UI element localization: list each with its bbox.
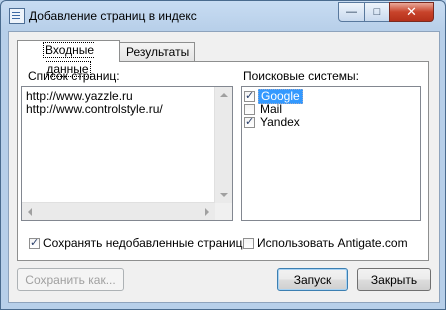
checkbox-mail[interactable] [244, 104, 255, 115]
use-antigate-option[interactable]: Использовать Antigate.com [243, 236, 408, 250]
checkbox-yandex[interactable] [244, 115, 255, 128]
dialog-window: Добавление страниц в индекс — □ ✕ Входны… [0, 0, 446, 310]
window-title: Добавление страниц в индекс [29, 9, 197, 23]
pages-textarea[interactable]: http://www.yazzle.ru http://www.controls… [21, 86, 233, 221]
app-icon [9, 8, 25, 24]
checkbox-google[interactable] [244, 89, 255, 102]
tab-results-label: Результаты [126, 45, 190, 59]
keep-unadded-checkbox[interactable] [29, 236, 40, 249]
engine-label: Yandex [260, 115, 300, 129]
close-button[interactable]: Закрыть [357, 268, 431, 291]
scroll-right-icon[interactable] [205, 208, 209, 216]
save-as-button[interactable]: Сохранить как... [17, 268, 124, 291]
close-window-button[interactable]: ✕ [389, 2, 434, 22]
minimize-button[interactable]: — [338, 2, 365, 22]
page-line: http://www.controlstyle.ru/ [26, 102, 163, 116]
run-button[interactable]: Запуск [277, 268, 348, 291]
use-antigate-checkbox[interactable] [243, 237, 254, 249]
tab-input-data-label: Входные данные [42, 42, 95, 77]
search-engines-list[interactable]: Google Mail Yandex [241, 86, 421, 221]
keep-unadded-label: Сохранять недобавленные страницы [43, 236, 252, 250]
horizontal-scrollbar[interactable] [22, 202, 215, 220]
scroll-down-icon[interactable] [220, 193, 228, 197]
title-bar[interactable]: Добавление страниц в индекс — □ ✕ [1, 1, 445, 31]
engine-item-yandex[interactable]: Yandex [244, 115, 302, 129]
search-engines-label: Поисковые системы: [243, 69, 360, 83]
use-antigate-label: Использовать Antigate.com [257, 236, 408, 250]
keep-unadded-option[interactable]: Сохранять недобавленные страницы [29, 236, 251, 250]
scroll-up-icon[interactable] [220, 93, 228, 97]
tab-results[interactable]: Результаты [119, 42, 195, 62]
vertical-scrollbar[interactable] [214, 87, 232, 203]
tab-input-data[interactable]: Входные данные [17, 40, 120, 77]
maximize-button[interactable]: □ [364, 2, 390, 22]
scroll-left-icon[interactable] [28, 208, 32, 216]
scrollbar-corner [215, 203, 232, 220]
